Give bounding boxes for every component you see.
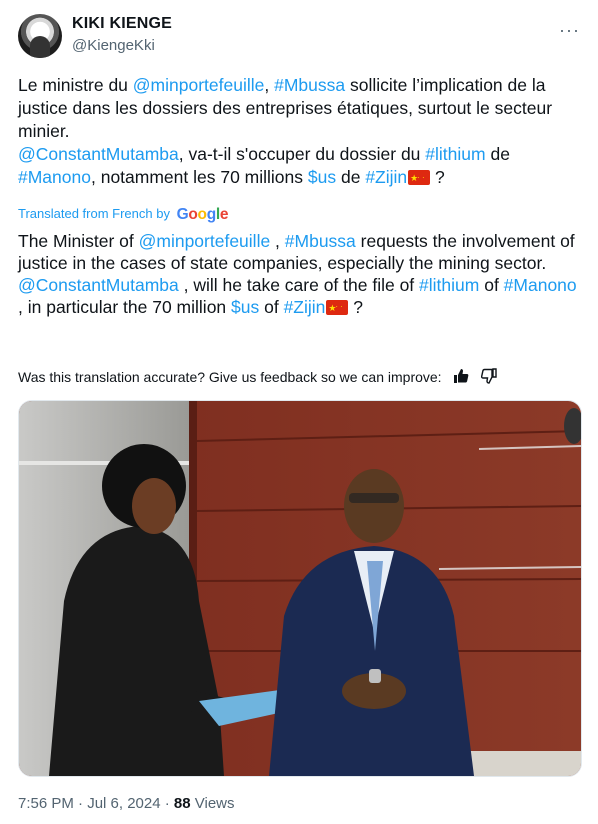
text-segment: , [270,231,285,251]
text-segment: ? [430,167,445,187]
timestamp[interactable]: 7:56 PM · Jul 6, 2024 · [18,795,174,812]
hashtag-link[interactable]: #lithium [425,144,485,164]
hashtag-link[interactable]: #Zijin [365,167,407,187]
china-flag-icon [326,296,349,319]
hashtag-link[interactable]: #lithium [419,275,479,295]
text-segment: , [264,75,275,95]
hashtag-link[interactable]: #Mbussa [274,75,345,95]
text-segment: Le ministre du [18,75,133,95]
tweet-original-text: Le ministre du @minportefeuille, #Mbussa… [18,74,578,190]
text-segment: The Minister of [18,231,139,251]
translation-attribution: Translated from French by Google [18,206,229,224]
feedback-text: Was this translation accurate? Give us f… [18,369,442,385]
mention-link[interactable]: @minportefeuille [133,75,265,95]
translation-feedback: Was this translation accurate? Give us f… [18,368,498,389]
cashtag-link[interactable]: $us [231,297,259,317]
views-count: 88 [173,795,191,812]
author-avatar[interactable] [18,14,62,58]
text-segment: de [485,144,510,164]
mention-link[interactable]: @ConstantMutamba [18,275,179,295]
author-name[interactable]: KIKI KIENGE [72,15,172,33]
hashtag-link[interactable]: #Zijin [284,297,326,317]
china-flag-icon [408,166,431,190]
text-segment: de [336,167,366,187]
text-segment: , notamment les 70 millions [90,167,308,187]
cashtag-link[interactable]: $us [308,167,336,187]
google-logo: Google [176,206,229,223]
mention-link[interactable]: @ConstantMutamba [18,144,179,164]
original-paragraph-1: Le ministre du @minportefeuille, #Mbussa… [18,74,578,143]
views-label: Views [190,795,235,812]
translation-paragraph-1: The Minister of @minportefeuille , #Mbus… [18,230,578,274]
translated-label: Translated from French by [18,206,170,221]
hashtag-link[interactable]: #Manono [18,167,91,187]
author-handle[interactable]: @KiengeKki [72,37,155,54]
text-segment: , in particular the 70 million [18,297,232,317]
mention-link[interactable]: @minportefeuille [139,231,271,251]
tweet-metadata: 7:56 PM · Jul 6, 2024 · 88 Views [18,795,235,812]
text-segment: ? [348,297,364,317]
hashtag-link[interactable]: #Mbussa [285,231,356,251]
translation-paragraph-2: @ConstantMutamba , will he take care of … [18,274,578,319]
text-segment: of [259,297,284,317]
text-segment: of [479,275,504,295]
hashtag-link[interactable]: #Manono [504,275,577,295]
text-segment: , will he take care of the file of [178,275,420,295]
text-segment: , va-t-il s'occuper du dossier du [178,144,426,164]
tweet-photo[interactable] [18,400,582,777]
thumbs-down-icon[interactable] [481,368,498,389]
photo-scene [19,401,581,776]
original-paragraph-2: @ConstantMutamba, va-t-il s'occuper du d… [18,143,578,190]
more-options-icon[interactable]: ··· [559,20,580,41]
tweet-header: KIKI KIENGE @KiengeKki ··· [18,14,580,62]
thumbs-up-icon[interactable] [453,368,469,389]
tweet-translated-text: The Minister of @minportefeuille , #Mbus… [18,230,578,319]
